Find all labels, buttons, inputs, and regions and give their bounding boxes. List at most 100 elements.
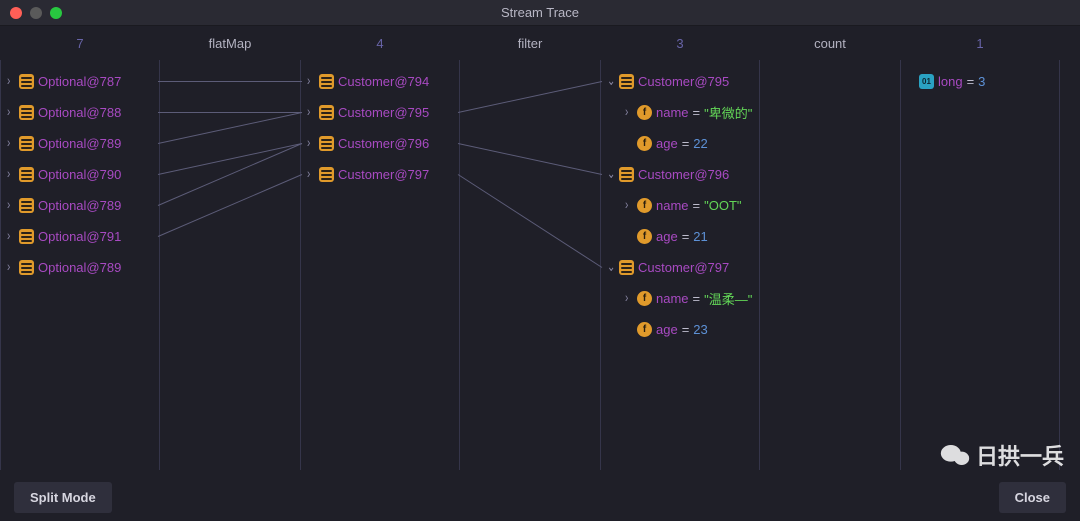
- field-icon: f: [637, 136, 652, 151]
- list-item[interactable]: ⌄ Customer@797: [603, 252, 757, 283]
- object-icon: [19, 260, 34, 275]
- chevron-right-icon[interactable]: ›: [625, 198, 633, 213]
- list-item[interactable]: › Customer@797: [303, 159, 457, 190]
- primitive-value: 3: [978, 74, 985, 89]
- list-item[interactable]: › Optional@789: [3, 190, 157, 221]
- chevron-right-icon[interactable]: ›: [7, 105, 15, 120]
- list-item[interactable]: fage = 22: [603, 128, 757, 159]
- stage-op-header: count: [760, 26, 900, 60]
- chevron-down-icon[interactable]: ⌄: [607, 167, 615, 182]
- list-item[interactable]: ›fname = "卑微的": [603, 97, 757, 128]
- chevron-right-icon[interactable]: ›: [7, 198, 15, 213]
- object-icon: [619, 74, 634, 89]
- object-label: Optional@789: [38, 136, 121, 151]
- object-label: Customer@797: [638, 260, 729, 275]
- stream-list-column: ›Optional@787›Optional@788›Optional@789›…: [0, 60, 160, 470]
- chevron-right-icon[interactable]: ›: [7, 229, 15, 244]
- chevron-right-icon[interactable]: ›: [7, 74, 15, 89]
- list-item[interactable]: ›Customer@796: [303, 128, 457, 159]
- object-icon: [19, 105, 34, 120]
- chevron-right-icon[interactable]: ›: [307, 74, 315, 89]
- chevron-right-icon[interactable]: ›: [307, 105, 315, 120]
- object-icon: [319, 136, 334, 151]
- list-item[interactable]: ›Optional@788: [3, 97, 157, 128]
- primitive-icon: 01: [919, 74, 934, 89]
- split-mode-button[interactable]: Split Mode: [14, 482, 112, 513]
- list-item[interactable]: ›fname = "OOT": [603, 190, 757, 221]
- list-item[interactable]: › Optional@790: [3, 159, 157, 190]
- chevron-right-icon[interactable]: ›: [625, 291, 633, 306]
- field-name: name: [656, 198, 689, 213]
- close-window-icon[interactable]: [10, 7, 22, 19]
- object-icon: [19, 136, 34, 151]
- chevron-right-icon[interactable]: ›: [7, 260, 15, 275]
- window-title: Stream Trace: [0, 5, 1080, 20]
- window-controls: [0, 7, 62, 19]
- primitive-type: long: [938, 74, 963, 89]
- list-item[interactable]: › Optional@787: [3, 66, 157, 97]
- field-name: age: [656, 136, 678, 151]
- field-value: 22: [693, 136, 707, 151]
- object-label: Optional@790: [38, 167, 121, 182]
- list-item[interactable]: ›fname = "温柔—": [603, 283, 757, 314]
- object-label: Customer@795: [338, 105, 429, 120]
- stream-op-column: [160, 60, 300, 470]
- minimize-window-icon[interactable]: [30, 7, 42, 19]
- field-name: name: [656, 105, 689, 120]
- stage-op-header: filter: [460, 26, 600, 60]
- list-item[interactable]: › Customer@794: [303, 66, 457, 97]
- list-item[interactable]: › Customer@795: [303, 97, 457, 128]
- stage-op-header: flatMap: [160, 26, 300, 60]
- field-value: "OOT": [704, 198, 741, 213]
- field-value: 21: [693, 229, 707, 244]
- stream-stage: 7flatMap4filter3count1 ›Optional@787›Opt…: [0, 26, 1080, 473]
- stage-count-header: 1: [900, 26, 1060, 60]
- chevron-down-icon[interactable]: ⌄: [607, 260, 615, 275]
- chevron-down-icon[interactable]: ⌄: [607, 74, 615, 89]
- object-label: Customer@796: [638, 167, 729, 182]
- object-label: Optional@787: [38, 74, 121, 89]
- object-label: Customer@797: [338, 167, 429, 182]
- field-icon: f: [637, 291, 652, 306]
- object-icon: [319, 105, 334, 120]
- list-item[interactable]: ›Optional@789: [3, 252, 157, 283]
- list-item[interactable]: › Optional@791: [3, 221, 157, 252]
- list-item[interactable]: fage = 23: [603, 314, 757, 345]
- field-value: "卑微的": [704, 103, 752, 122]
- field-value: 23: [693, 322, 707, 337]
- field-icon: f: [637, 229, 652, 244]
- chevron-right-icon[interactable]: ›: [307, 136, 315, 151]
- object-label: Customer@794: [338, 74, 429, 89]
- stage-count-header: 7: [0, 26, 160, 60]
- stage-count-header: 3: [600, 26, 760, 60]
- list-item[interactable]: 01long = 3: [903, 66, 1057, 97]
- object-icon: [19, 167, 34, 182]
- chevron-right-icon[interactable]: ›: [307, 167, 315, 182]
- list-item[interactable]: › Optional@789: [3, 128, 157, 159]
- object-label: Optional@791: [38, 229, 121, 244]
- chevron-right-icon[interactable]: ›: [7, 167, 15, 182]
- field-value: "温柔—": [704, 289, 752, 308]
- object-icon: [19, 74, 34, 89]
- list-item[interactable]: fage = 21: [603, 221, 757, 252]
- stream-list-column: ⌄Customer@795›fname = "卑微的" fage = 22⌄Cu…: [600, 60, 760, 470]
- zoom-window-icon[interactable]: [50, 7, 62, 19]
- list-item[interactable]: ⌄Customer@795: [603, 66, 757, 97]
- field-icon: f: [637, 198, 652, 213]
- list-item[interactable]: ⌄ Customer@796: [603, 159, 757, 190]
- stream-list-column: 01long = 3: [900, 60, 1060, 470]
- field-name: age: [656, 322, 678, 337]
- stage-count-header: 4: [300, 26, 460, 60]
- object-label: Optional@789: [38, 198, 121, 213]
- stream-op-column: [760, 60, 900, 470]
- stream-op-column: [460, 60, 600, 470]
- close-button[interactable]: Close: [999, 482, 1066, 513]
- field-name: age: [656, 229, 678, 244]
- chevron-right-icon[interactable]: ›: [7, 136, 15, 151]
- field-name: name: [656, 291, 689, 306]
- field-icon: f: [637, 105, 652, 120]
- object-icon: [619, 260, 634, 275]
- footer: Split Mode Close: [0, 473, 1080, 521]
- chevron-right-icon[interactable]: ›: [625, 105, 633, 120]
- object-icon: [19, 198, 34, 213]
